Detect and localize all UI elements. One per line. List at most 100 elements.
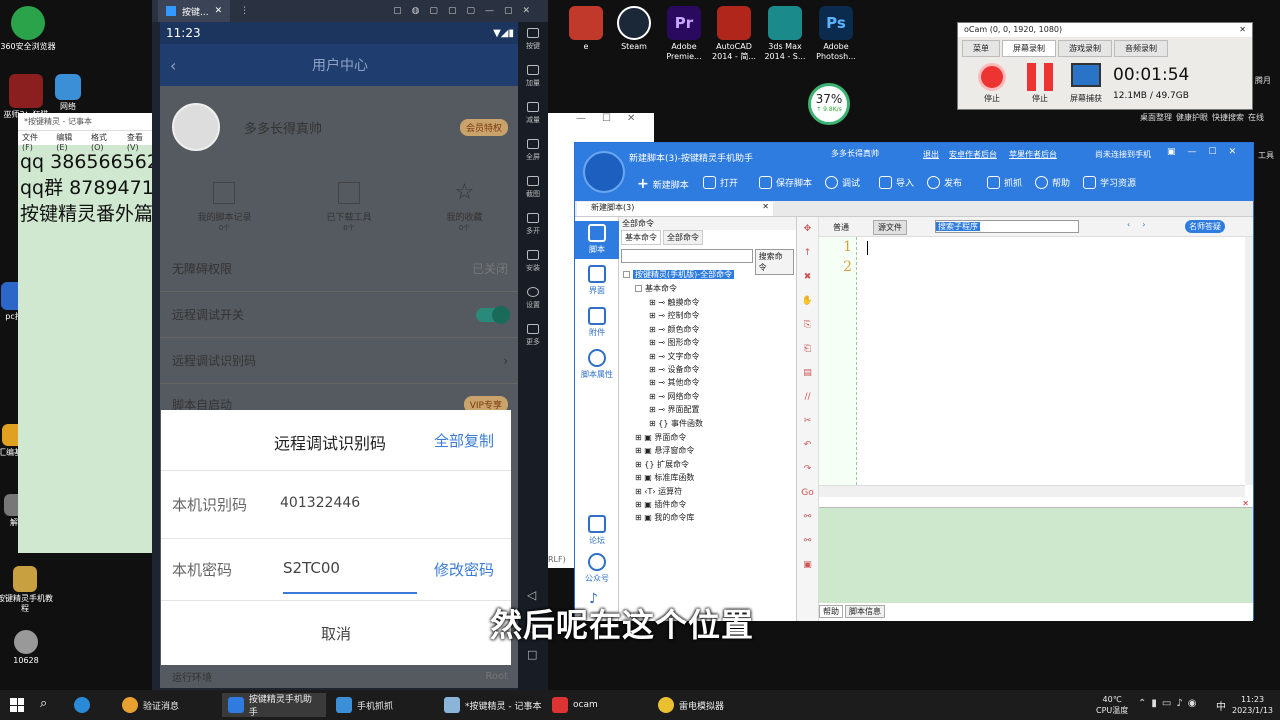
tree-item[interactable]: ⊞ ▣ 我的命令库 bbox=[635, 511, 694, 524]
ide-android-link[interactable]: 安卓作者后台 bbox=[949, 149, 997, 160]
notepad-text[interactable]: qq 386566562 qq群 8789471 按键精灵番外篇 bbox=[18, 145, 158, 231]
side-btn-volume-up[interactable]: 加量 bbox=[518, 59, 548, 96]
search-icon[interactable]: ⌕ bbox=[40, 696, 47, 711]
ocam-window[interactable]: oCam (0, 0, 1920, 1080) ✕ 菜单 屏幕录制 游戏录制 音频… bbox=[957, 22, 1253, 110]
close-icon[interactable]: ✕ bbox=[762, 202, 769, 216]
tree-basic-commands[interactable]: 基本命令 bbox=[635, 283, 677, 294]
publish-button[interactable]: 发布 bbox=[927, 176, 962, 189]
nav-forum[interactable]: 论坛 bbox=[579, 515, 615, 546]
task-ldplayer[interactable]: 雷电模拟器 bbox=[652, 693, 730, 717]
nav-props[interactable]: 脚本属性 bbox=[579, 349, 615, 380]
side-btn-volume-down[interactable]: 减量 bbox=[518, 96, 548, 133]
tool-icon[interactable]: ↑ bbox=[797, 241, 818, 265]
remote-debug-dialog[interactable]: 远程调试识别码 全部复制 本机识别码 401322446 本机密码 S2TC00… bbox=[161, 410, 511, 665]
tree-item[interactable]: ⊞ ⊸ 触摸命令 bbox=[649, 296, 703, 309]
row-accessibility[interactable]: 无障碍权限 已关闭 bbox=[160, 246, 520, 292]
more-icon[interactable]: ⋮ bbox=[240, 6, 249, 16]
tree-root[interactable]: 按键精灵(手机版)-全部命令 bbox=[623, 269, 735, 280]
nav-attach[interactable]: 附件 bbox=[579, 307, 615, 338]
row-remote-debug-switch[interactable]: 远程调试开关 bbox=[160, 292, 520, 338]
edge-icon[interactable] bbox=[74, 697, 90, 713]
ide-logout-link[interactable]: 退出 bbox=[923, 149, 939, 160]
ocam-tab-game[interactable]: 游戏录制 bbox=[1058, 40, 1112, 57]
tab-help[interactable]: 帮助 bbox=[819, 605, 843, 618]
desktop-icon-10628[interactable]: 10628 bbox=[0, 630, 54, 666]
ide-connect-status[interactable]: 尚未连接到手机 bbox=[1095, 149, 1151, 160]
nav-ui[interactable]: 界面 bbox=[579, 265, 615, 296]
desktop-label[interactable]: 在线 bbox=[1248, 112, 1264, 123]
desktop-icon-tutorial[interactable]: 按键精灵手机教程 bbox=[0, 566, 53, 614]
learning-button[interactable]: 学习资源 bbox=[1083, 176, 1136, 189]
side-btn-settings[interactable]: 设置 bbox=[518, 281, 548, 318]
tab-all-commands[interactable]: 全部命令 bbox=[663, 230, 703, 245]
save-script-button[interactable]: 保存脚本 bbox=[759, 176, 812, 189]
side-btn-more[interactable]: 更多 bbox=[518, 318, 548, 355]
tool-icon[interactable]: ✖ bbox=[797, 265, 818, 289]
ocam-stop-button[interactable]: 停止 bbox=[970, 63, 1014, 104]
shortcut-scripts[interactable]: 我的脚本记录 0个 bbox=[197, 181, 252, 233]
side-btn-install[interactable]: 安装 bbox=[518, 244, 548, 281]
password-field[interactable]: S2TC00 bbox=[283, 559, 417, 594]
tree-item[interactable]: ⊞ ⊸ 网络命令 bbox=[649, 390, 703, 403]
ide-window[interactable]: 新建脚本(3)-按键精灵手机助手 多多长得真帅 退出 安卓作者后台 苹果作者后台… bbox=[574, 142, 1254, 621]
tool-icon[interactable]: Go bbox=[797, 481, 818, 505]
desktop-icon-photoshop[interactable]: Ps Adobe Photosh... bbox=[808, 6, 864, 62]
tray-icons[interactable]: ⌃▮▭♪◉ bbox=[1138, 698, 1201, 709]
new-script-button[interactable]: + 新建脚本 bbox=[637, 176, 689, 192]
ide-window-controls[interactable]: ▣—☐✕ bbox=[1167, 147, 1248, 157]
cancel-button[interactable]: 取消 bbox=[161, 623, 511, 644]
back-icon[interactable]: ‹ bbox=[170, 56, 176, 75]
tool-icon[interactable]: ↶ bbox=[797, 433, 818, 457]
ocam-tab-audio[interactable]: 音频录制 bbox=[1114, 40, 1168, 57]
tree-item[interactable]: ⊞ ▣ 悬浮窗命令 bbox=[635, 444, 694, 457]
desktop-icon-autocad[interactable]: AutoCAD 2014 - 简... bbox=[706, 6, 762, 62]
tree-item[interactable]: ⊞ {} 事件函数 bbox=[649, 417, 703, 430]
ocam-tab-menu[interactable]: 菜单 bbox=[962, 40, 1000, 57]
open-button[interactable]: 打开 bbox=[703, 176, 738, 189]
desktop-icon-360-browser[interactable]: 360安全浏览器 bbox=[0, 6, 56, 52]
network-speed-widget[interactable]: 37% ↑ 9.8K/s bbox=[808, 83, 850, 125]
tree-item[interactable]: ⊞ ‹T› 运算符 bbox=[635, 485, 694, 498]
close-icon[interactable]: ✕ bbox=[215, 6, 223, 16]
nav-script[interactable]: 脚本 bbox=[575, 221, 619, 259]
shortcut-downloads[interactable]: 已下载工具 0个 bbox=[326, 181, 372, 233]
tree-item[interactable]: ⊞ ▣ 界面命令 bbox=[635, 431, 694, 444]
tree-item[interactable]: ⊞ ⊸ 图形命令 bbox=[649, 336, 703, 349]
task-ocam[interactable]: ocam bbox=[546, 693, 604, 717]
menu-file[interactable]: 文件(F) bbox=[22, 132, 48, 152]
window-controls[interactable]: ▢◍▢▢▢—▢✕ bbox=[393, 6, 540, 16]
notepad-window[interactable]: *按键精灵 - 记事本 文件(F) 编辑(E) 格式(O) 查看(V) qq 3… bbox=[18, 113, 158, 553]
menu-view[interactable]: 查看(V) bbox=[127, 132, 154, 152]
side-btn-keys[interactable]: 按键 bbox=[518, 22, 548, 59]
ocam-pause-button[interactable]: 停止 bbox=[1018, 63, 1062, 104]
tree-item[interactable]: ⊞ ⊸ 控制命令 bbox=[649, 309, 703, 322]
desktop-label[interactable]: 桌面整理 bbox=[1140, 112, 1172, 123]
row-remote-debug-code[interactable]: 远程调试识别码 › bbox=[160, 338, 520, 384]
tree-item[interactable]: ⊞ {} 扩展命令 bbox=[635, 458, 694, 471]
side-btn-multi[interactable]: 多开 bbox=[518, 207, 548, 244]
ocam-capture-button[interactable]: 屏幕捕获 bbox=[1064, 63, 1108, 104]
ide-ios-link[interactable]: 苹果作者后台 bbox=[1009, 149, 1057, 160]
desktop-icon-steam[interactable]: Steam bbox=[606, 6, 662, 52]
command-search-input[interactable] bbox=[621, 249, 753, 263]
tab-basic-commands[interactable]: 基本命令 bbox=[621, 230, 661, 245]
row-environment[interactable]: 运行环境 Root bbox=[160, 664, 520, 688]
tree-item[interactable]: ⊞ ▣ 插件命令 bbox=[635, 498, 694, 511]
code-editor[interactable] bbox=[857, 237, 1245, 485]
doc-tab[interactable]: 新建脚本(3) ✕ bbox=[577, 202, 773, 216]
copy-all-button[interactable]: 全部复制 bbox=[434, 430, 494, 451]
desktop-label-tools[interactable]: 工具 bbox=[1258, 150, 1274, 161]
side-btn-fullscreen[interactable]: 全屏 bbox=[518, 133, 548, 170]
tree-item[interactable]: ⊞ ⊸ 颜色命令 bbox=[649, 323, 703, 336]
nav-wechat[interactable]: 公众号 bbox=[579, 553, 615, 584]
tree-item[interactable]: ⊞ ⊸ 文字命令 bbox=[649, 350, 703, 363]
user-row[interactable]: 多多长得真帅 会员特权 bbox=[160, 86, 520, 168]
tool-icon[interactable]: // bbox=[797, 385, 818, 409]
toggle-switch[interactable] bbox=[476, 305, 510, 324]
cpu-temp[interactable]: 40℃ CPU温度 bbox=[1096, 694, 1128, 716]
desktop-label[interactable]: 健康护眼 bbox=[1176, 112, 1208, 123]
capture-button[interactable]: 抓抓 bbox=[987, 176, 1022, 189]
task-notepad[interactable]: *按键精灵 - 记事本 bbox=[438, 693, 547, 717]
tool-icon[interactable]: ✋ bbox=[797, 289, 818, 313]
tree-item[interactable]: ⊞ ⊸ 界面配置 bbox=[649, 403, 703, 416]
